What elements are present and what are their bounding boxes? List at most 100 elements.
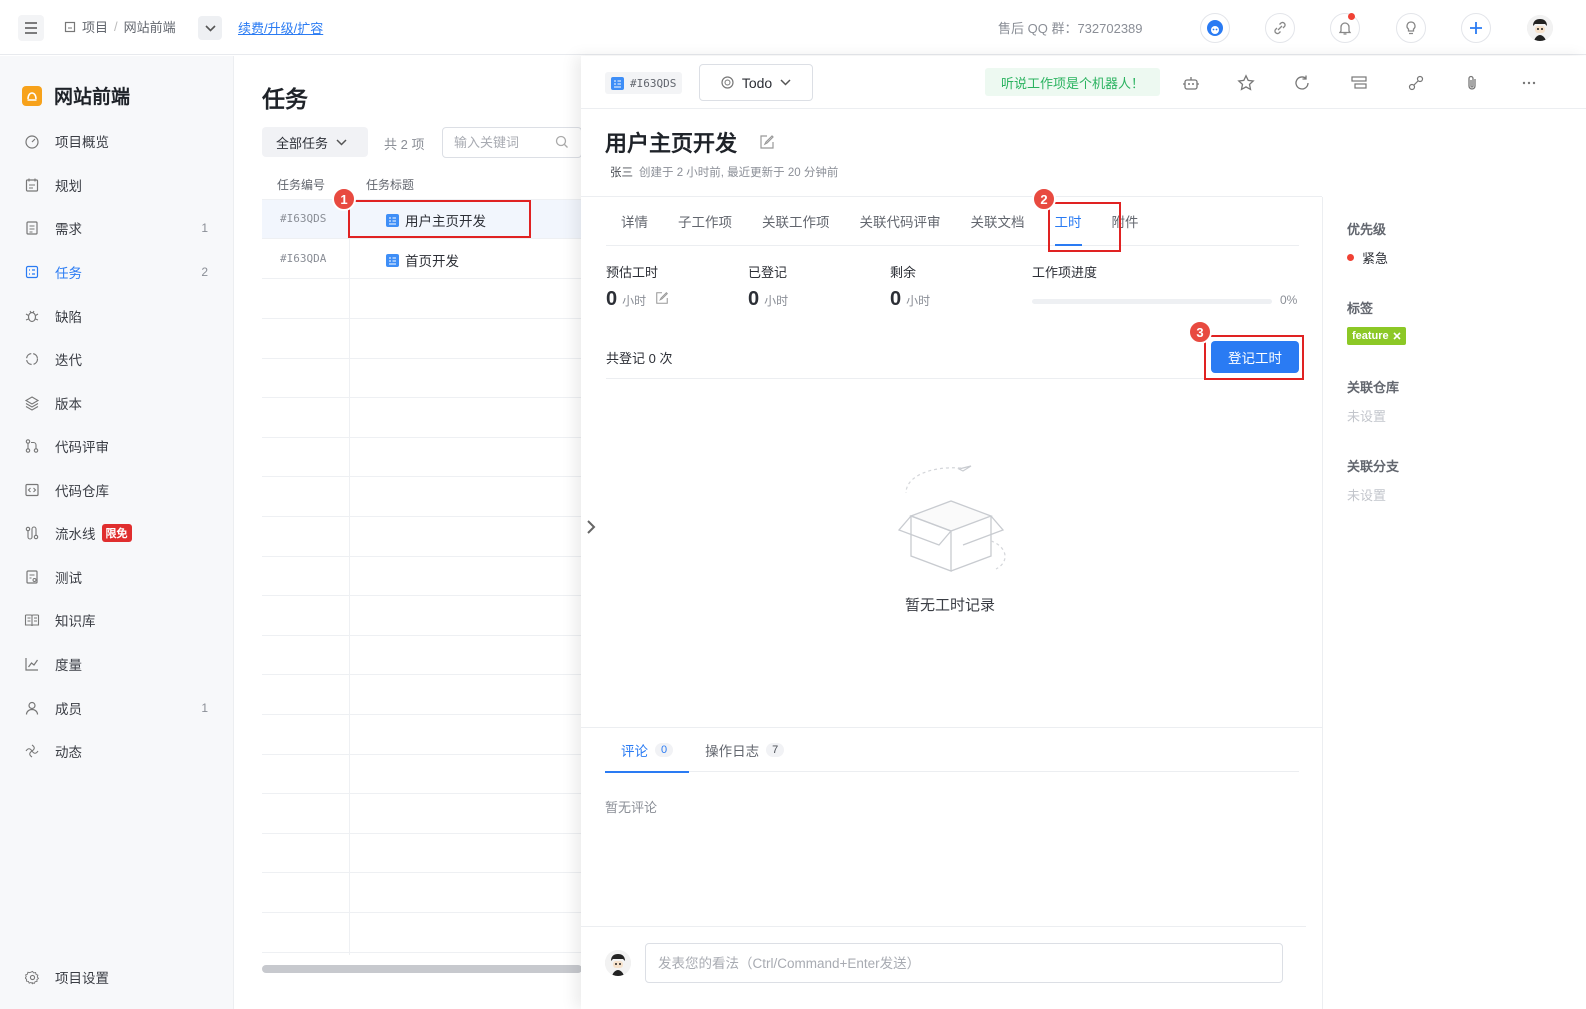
collapse-arrow-icon[interactable] xyxy=(585,519,597,535)
sidebar-item-label: 流水线 xyxy=(55,527,96,542)
sidebar-item-chart[interactable]: 度量 xyxy=(0,646,234,682)
layers-icon xyxy=(24,395,40,411)
sidebar-item-bug[interactable]: 缺陷 xyxy=(0,298,234,334)
sidebar-item-layers[interactable]: 版本 xyxy=(0,385,234,421)
edit-icon[interactable] xyxy=(759,134,775,150)
column-header-title: 任务标题 xyxy=(366,178,415,192)
sidebar-item-task[interactable]: 任务 2 xyxy=(0,254,234,290)
sidebar-item-label: 规划 xyxy=(55,179,82,194)
more-button[interactable] xyxy=(1516,70,1542,96)
refresh-icon xyxy=(1295,75,1309,90)
annotation-highlight xyxy=(1048,202,1121,252)
sidebar-item-count: 2 xyxy=(201,265,208,279)
sidebar-item-code[interactable]: 代码仓库 xyxy=(0,472,234,508)
edit-estimate-icon[interactable] xyxy=(655,291,669,305)
remove-tag-icon[interactable] xyxy=(1393,332,1401,340)
annotation-highlight xyxy=(348,200,531,238)
task-title-link[interactable]: 首页开发 xyxy=(386,250,459,270)
tab-3[interactable]: 关联代码评审 xyxy=(845,196,956,246)
tags-label: 标签 xyxy=(1347,301,1374,316)
book-icon xyxy=(24,612,40,628)
sidebar-item-pipeline[interactable]: 流水线 限免 xyxy=(0,515,234,551)
tab-activity-log[interactable]: 操作日志 7 xyxy=(689,728,800,772)
empty-table-row xyxy=(262,518,582,557)
sidebar-item-label: 测试 xyxy=(55,571,82,586)
sidebar-item-label: 任务 xyxy=(55,266,82,281)
sidebar-item-book[interactable]: 知识库 xyxy=(0,602,234,638)
linked-repo-label: 关联仓库 xyxy=(1347,380,1400,395)
linked-branch-value[interactable]: 未设置 xyxy=(1347,485,1386,504)
assistant-button[interactable] xyxy=(1200,13,1230,43)
project-name: 网站前端 xyxy=(54,87,131,108)
search-icon[interactable] xyxy=(555,135,569,149)
attachment-button[interactable] xyxy=(1459,70,1485,96)
sidebar-item-label: 成员 xyxy=(55,702,82,717)
tab-0[interactable]: 详情 xyxy=(606,196,663,246)
top-bar: 项目 / 网站前端 续费/升级/扩容 售后 QQ 群：732702389 xyxy=(0,0,1586,55)
sidebar-item-cycle[interactable]: 迭代 xyxy=(0,341,234,377)
sidebar-item-count: 1 xyxy=(201,221,208,235)
sidebar-item-dashboard[interactable]: 项目概览 xyxy=(0,123,234,159)
empty-table-row xyxy=(262,320,582,359)
task-author[interactable]: 张三 xyxy=(610,167,633,179)
tag-chip[interactable]: feature xyxy=(1347,327,1406,345)
support-qq-group: 售后 QQ 群：732702389 xyxy=(998,21,1143,36)
sidebar-item-merge[interactable]: 代码评审 xyxy=(0,428,234,464)
issue-id-chip[interactable]: #I63QDS xyxy=(605,72,683,94)
tab-1[interactable]: 子工作项 xyxy=(663,196,747,246)
sidebar-item-user[interactable]: 成员 1 xyxy=(0,690,234,726)
robot-icon xyxy=(1183,77,1199,90)
empty-table-row xyxy=(262,359,582,399)
layout-icon xyxy=(1351,76,1367,89)
task-icon xyxy=(24,264,40,280)
breadcrumb-projects[interactable]: 项目 xyxy=(82,17,108,36)
lightbulb-icon xyxy=(1406,21,1416,35)
link-button[interactable] xyxy=(1265,13,1295,43)
task-detail-drawer: #I63QDS Todo 听说工作项是个机器人！ 用户主页开发 张三 创建于 2… xyxy=(581,56,1586,1009)
project-switch-button[interactable] xyxy=(198,16,222,40)
calendar-icon xyxy=(24,177,40,193)
tab-4[interactable]: 关联文档 xyxy=(956,196,1040,246)
empty-table-row xyxy=(262,280,582,319)
tab-comments[interactable]: 评论 0 xyxy=(605,728,690,773)
sidebar-item-activity[interactable]: 动态 xyxy=(0,733,234,769)
empty-state-text: 暂无工时记录 xyxy=(905,597,996,614)
log-count: 共登记 0 次 xyxy=(606,351,673,366)
sidebar-item-document[interactable]: 需求 1 xyxy=(0,210,234,246)
sidebar-item-test[interactable]: 测试 xyxy=(0,559,234,595)
breadcrumb-current-project[interactable]: 网站前端 xyxy=(124,17,176,36)
relation-button[interactable] xyxy=(1403,70,1429,96)
chevron-down-icon xyxy=(204,24,216,32)
notifications-button[interactable] xyxy=(1330,13,1360,43)
comment-input[interactable] xyxy=(645,943,1283,983)
priority-value[interactable]: 紧急 xyxy=(1347,248,1388,267)
favorite-button[interactable] xyxy=(1233,70,1259,96)
horizontal-scrollbar[interactable] xyxy=(262,965,582,973)
merge-icon xyxy=(24,438,40,454)
avatar-icon xyxy=(605,950,631,976)
sidebar-item-label: 版本 xyxy=(55,397,82,412)
sidebar-item-calendar[interactable]: 规划 xyxy=(0,167,234,203)
priority-dot-icon xyxy=(1347,254,1354,261)
star-icon xyxy=(1237,74,1255,91)
renew-upgrade-link[interactable]: 续费/升级/扩容 xyxy=(238,18,323,37)
linked-repo-value[interactable]: 未设置 xyxy=(1347,406,1386,425)
task-filter-dropdown[interactable]: 全部任务 xyxy=(262,127,368,157)
empty-table-row xyxy=(262,834,582,874)
task-title: 首页开发 xyxy=(405,254,459,269)
status-dropdown[interactable]: Todo xyxy=(699,64,813,101)
create-new-button[interactable] xyxy=(1461,13,1491,43)
priority-text: 紧急 xyxy=(1362,251,1389,266)
project-settings-item[interactable]: 项目设置 xyxy=(0,959,234,995)
project-header[interactable]: 网站前端 xyxy=(22,82,130,109)
empty-table-row xyxy=(262,914,582,953)
table-row[interactable]: #I63QDA 首页开发 xyxy=(262,240,582,279)
robot-button[interactable] xyxy=(1178,70,1204,96)
tab-2[interactable]: 关联工作项 xyxy=(747,196,845,246)
user-avatar[interactable] xyxy=(1527,15,1553,41)
tips-button[interactable] xyxy=(1396,13,1426,43)
refresh-button[interactable] xyxy=(1289,70,1315,96)
robot-tip-banner[interactable]: 听说工作项是个机器人！ xyxy=(985,68,1161,96)
layout-button[interactable] xyxy=(1346,70,1372,96)
menu-toggle-button[interactable] xyxy=(18,15,44,41)
